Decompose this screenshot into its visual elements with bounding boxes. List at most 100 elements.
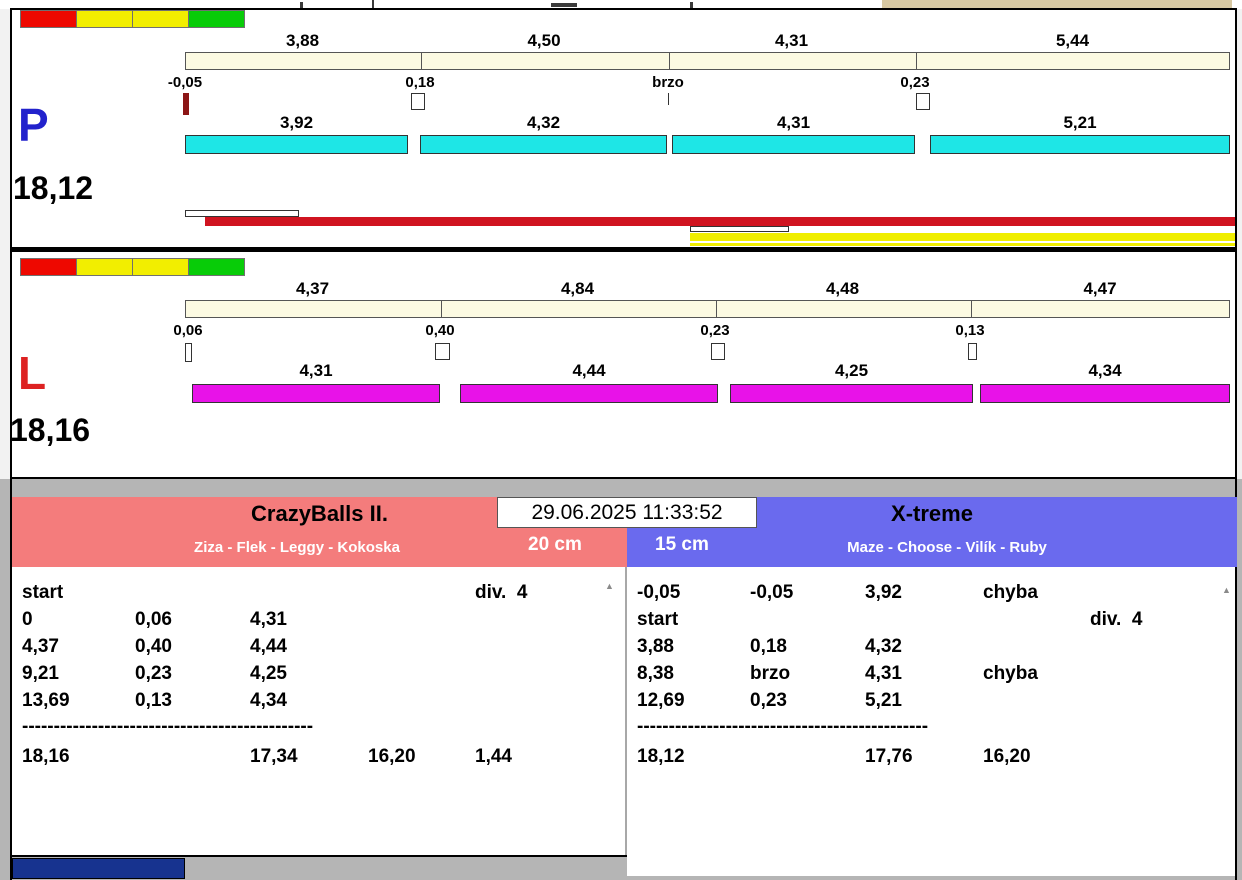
cell: 0,40	[135, 636, 172, 657]
next-dog-bar-thin	[690, 243, 1235, 246]
team-dogs: Ziza - Flek - Leggy - Kokoska	[194, 539, 400, 556]
cell: chyba	[983, 663, 1038, 684]
scroll-up-icon[interactable]: ▲	[1222, 585, 1231, 595]
cell: 8,38	[637, 663, 674, 684]
cell: start	[637, 609, 679, 630]
change-time: 0,06	[173, 322, 203, 339]
dashes: ----------------------------------------…	[22, 716, 314, 737]
cell: 4,37	[22, 636, 59, 657]
split-scale-bar	[185, 52, 1230, 70]
lane-total-time: 18,12	[13, 170, 94, 206]
cell: chyba	[983, 582, 1038, 603]
light-yellow-1	[76, 258, 133, 276]
result-row: -0,05 -0,05 3,92 chyba	[627, 582, 1235, 609]
scroll-up-icon[interactable]: ▲	[605, 581, 614, 591]
split-time-top: 4,48	[825, 279, 860, 298]
progress-outline	[690, 226, 789, 232]
marker-box	[968, 343, 977, 360]
cell: 0,23	[750, 690, 787, 711]
split-scale-bar	[185, 300, 1230, 318]
dashes: ----------------------------------------…	[637, 716, 929, 737]
split-time-top: 5,44	[1055, 31, 1090, 50]
cell: 3,88	[637, 636, 674, 657]
split-time-bottom: 3,92	[279, 113, 314, 132]
scale-divider	[441, 301, 442, 317]
next-dog-bar	[690, 233, 1235, 241]
marker-box	[411, 93, 425, 110]
team-left-results: start div. 4 0 0,06 4,31 4,37 0,40 4,44 …	[12, 567, 627, 855]
start-marker	[183, 93, 189, 115]
marker-box	[916, 93, 930, 110]
lane-divider	[10, 247, 1237, 252]
taskbar-button[interactable]	[12, 858, 185, 879]
team-right-results: -0,05 -0,05 3,92 chyba start div. 4 3,88…	[627, 567, 1235, 876]
dog-run-bar	[730, 384, 973, 403]
change-time: 0,23	[900, 74, 930, 91]
result-row: 13,69 0,13 4,34	[12, 690, 625, 717]
change-time: 0,23	[700, 322, 730, 339]
marker-box	[435, 343, 450, 360]
divider-row: ----------------------------------------…	[12, 716, 625, 743]
status-lights	[20, 10, 250, 30]
cell: 4,32	[865, 636, 902, 657]
cell: start	[22, 582, 64, 603]
change-time: -0,05	[167, 74, 203, 91]
cell: 5,21	[865, 690, 902, 711]
cell: 16,20	[368, 746, 416, 767]
cell: 4,44	[250, 636, 287, 657]
jump-height: 15 cm	[655, 534, 709, 555]
scale-divider	[669, 53, 670, 69]
lane-total-time: 18,16	[10, 412, 91, 448]
cell: -0,05	[637, 582, 681, 603]
result-row: 12,69 0,23 5,21	[627, 690, 1235, 717]
cell: 16,20	[983, 746, 1031, 767]
split-time-top: 4,84	[560, 279, 595, 298]
timing-app-window: 3,88 4,50 4,31 5,44 -0,05 0,18 brzo 0,23…	[0, 0, 1242, 880]
lane-letter: P	[18, 99, 49, 151]
running-dog-bar	[205, 217, 1235, 226]
marker-box	[185, 343, 192, 362]
cell: 4,31	[865, 663, 902, 684]
scale-divider	[916, 53, 917, 69]
datetime-display: 29.06.2025 11:33:52	[497, 497, 757, 528]
split-time-top: 3,88	[285, 31, 320, 50]
divider-row: ----------------------------------------…	[627, 716, 1235, 743]
light-red	[20, 10, 77, 28]
menu-text-fragment	[551, 3, 577, 7]
split-time-bottom: 4,25	[834, 361, 869, 380]
change-time: 0,18	[405, 74, 435, 91]
light-yellow-2	[132, 10, 189, 28]
cell: 0,06	[135, 609, 172, 630]
split-time-top: 4,50	[527, 31, 561, 50]
split-time-bottom: 4,32	[526, 113, 561, 132]
scale-divider	[421, 53, 422, 69]
dog-run-bar	[672, 135, 915, 154]
result-row: 3,88 0,18 4,32	[627, 636, 1235, 663]
cell: 3,92	[865, 582, 902, 603]
result-row: start div. 4	[12, 582, 625, 609]
split-time-bottom: 4,34	[1088, 361, 1122, 380]
cell: 1,44	[475, 746, 512, 767]
result-row: start div. 4	[627, 609, 1235, 636]
light-yellow-1	[76, 10, 133, 28]
result-row: 8,38 brzo 4,31 chyba	[627, 663, 1235, 690]
light-red	[20, 258, 77, 276]
tick-mark	[668, 93, 669, 105]
split-time-top: 4,47	[1083, 279, 1117, 298]
light-green	[188, 258, 245, 276]
split-time-bottom: 4,44	[572, 361, 606, 380]
result-row: 9,21 0,23 4,25	[12, 663, 625, 690]
change-time: 0,13	[955, 322, 985, 339]
cell: 4,34	[250, 690, 287, 711]
dog-run-bar	[980, 384, 1230, 403]
jump-height: 20 cm	[528, 534, 582, 555]
cell: 17,76	[865, 746, 913, 767]
scale-divider	[716, 301, 717, 317]
status-lights	[20, 258, 250, 278]
progress-outline	[185, 210, 299, 217]
dog-run-bar	[192, 384, 440, 403]
dog-run-bar	[460, 384, 718, 403]
cell: 0,23	[135, 663, 172, 684]
split-time-bottom: 4,31	[299, 361, 333, 380]
cell: 0,13	[135, 690, 172, 711]
